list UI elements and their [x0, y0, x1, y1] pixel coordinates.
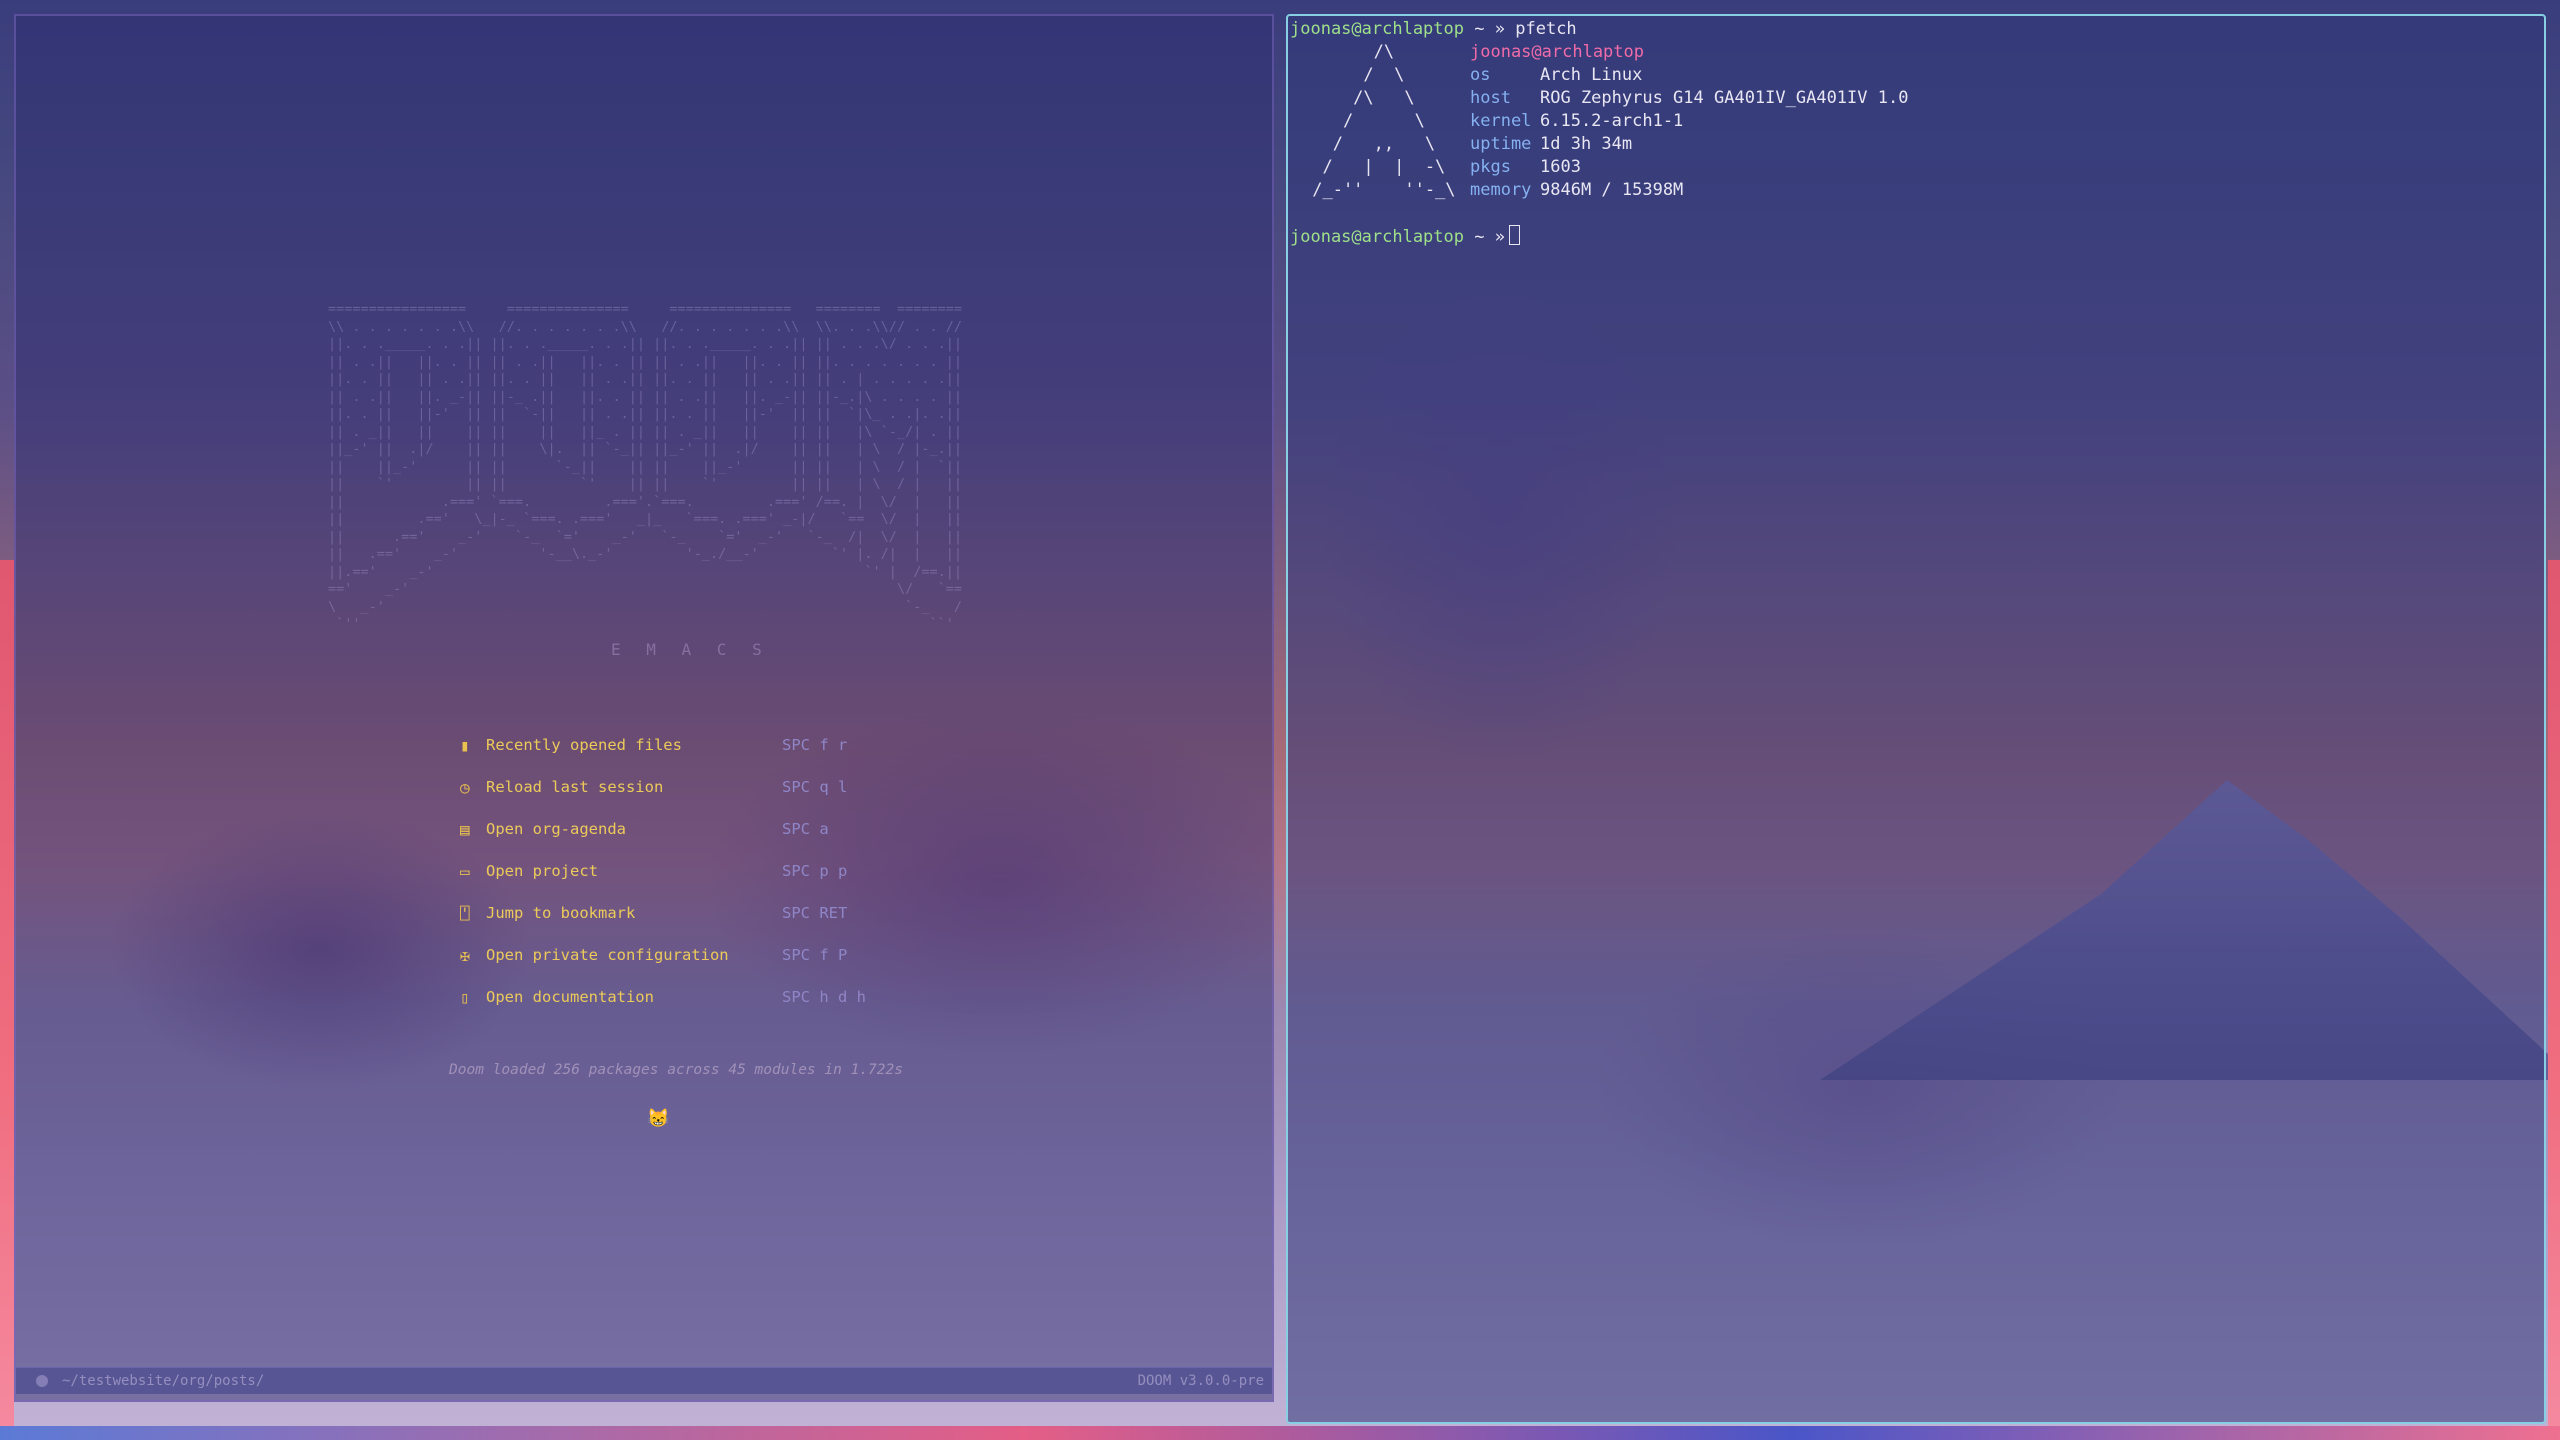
- pfetch-row-uptime: uptime 1d 3h 34m: [1470, 133, 1908, 156]
- menu-item-keybind: SPC q l: [782, 778, 848, 796]
- menu-item-org-agenda[interactable]: ▤ Open org-agenda SPC a: [460, 808, 930, 850]
- wallpaper-edge-right: [2548, 560, 2560, 1440]
- info-key: uptime: [1470, 134, 1532, 154]
- info-value: 9846M / 15398M: [1540, 180, 1684, 200]
- info-value: 6.15.2-arch1-1: [1540, 111, 1684, 131]
- menu-item-label: Open org-agenda: [486, 820, 626, 838]
- prompt-tilde: ~: [1474, 227, 1485, 247]
- prompt-user: joonas@archlaptop: [1290, 19, 1464, 39]
- calendar-icon: ▤: [460, 819, 470, 839]
- info-value: 1d 3h 34m: [1540, 134, 1633, 154]
- prompt-arrow: »: [1494, 19, 1505, 39]
- menu-item-label: Open project: [486, 862, 598, 880]
- menu-item-label: Recently opened files: [486, 736, 682, 754]
- menu-item-reload-session[interactable]: ◷ Reload last session SPC q l: [460, 766, 930, 808]
- terminal-window[interactable]: joonas@archlaptop ~ » pfetch /\ / \ /\ \…: [1286, 14, 2546, 1424]
- history-icon: ◷: [460, 777, 470, 797]
- info-key: host: [1470, 88, 1511, 108]
- prompt-line-command: joonas@archlaptop ~ » pfetch: [1290, 18, 1577, 41]
- info-key: os: [1470, 65, 1491, 85]
- pfetch-header: joonas@archlaptop: [1470, 42, 1644, 62]
- dashboard-menu: ▮ Recently opened files SPC f r ◷ Reload…: [460, 724, 930, 1018]
- menu-item-keybind: SPC p p: [782, 862, 848, 880]
- wallpaper-bottom-strip: [0, 1426, 2560, 1440]
- pfetch-row-kernel: kernel 6.15.2-arch1-1: [1470, 110, 1908, 133]
- info-value: ROG Zephyrus G14 GA401IV_GA401IV 1.0: [1540, 88, 1909, 108]
- menu-item-label: Reload last session: [486, 778, 664, 796]
- info-key: memory: [1470, 180, 1532, 200]
- book-icon: ▯: [460, 987, 470, 1007]
- menu-item-keybind: SPC f r: [782, 736, 848, 754]
- buffer-state-icon: [36, 1375, 48, 1387]
- bookmark-icon: ⍞: [460, 903, 470, 923]
- menu-item-label: Jump to bookmark: [486, 904, 636, 922]
- menu-item-label: Open private configuration: [486, 946, 729, 964]
- wallpaper-edge-left: [0, 560, 14, 1440]
- menu-item-keybind: SPC f P: [782, 946, 848, 964]
- menu-item-keybind: SPC a: [782, 820, 829, 838]
- pfetch-info: joonas@archlaptop os Arch Linux host ROG…: [1470, 41, 1908, 202]
- menu-item-private-config[interactable]: ✠ Open private configuration SPC f P: [460, 934, 930, 976]
- prompt-arrow: »: [1494, 227, 1505, 247]
- pfetch-row-memory: memory 9846M / 15398M: [1470, 179, 1908, 202]
- menu-item-keybind: SPC h d h: [782, 988, 866, 1006]
- modeline-path: ~/testwebsite/org/posts/: [62, 1373, 265, 1389]
- doom-load-benchmark: Doom loaded 256 packages across 45 modul…: [449, 1062, 903, 1078]
- menu-item-label: Open documentation: [486, 988, 654, 1006]
- pfetch-row-host: host ROG Zephyrus G14 GA401IV_GA401IV 1.…: [1470, 87, 1908, 110]
- typed-command: pfetch: [1515, 19, 1577, 39]
- pfetch-row-os: os Arch Linux: [1470, 64, 1908, 87]
- file-icon: ▮: [460, 735, 470, 755]
- menu-item-jump-bookmark[interactable]: ⍞ Jump to bookmark SPC RET: [460, 892, 930, 934]
- menu-item-documentation[interactable]: ▯ Open documentation SPC h d h: [460, 976, 930, 1018]
- info-value: 1603: [1540, 157, 1581, 177]
- cat-icon: 😸: [647, 1108, 670, 1129]
- arch-logo-ascii: /\ / \ /\ \ / \ / ,, \ / | | -\ /_-'' ''…: [1312, 42, 1456, 200]
- emacs-window[interactable]: ================= =============== ======…: [14, 14, 1274, 1402]
- info-key: pkgs: [1470, 157, 1511, 177]
- emacs-modeline: ~/testwebsite/org/posts/ DOOM v3.0.0-pre: [16, 1367, 1272, 1394]
- doom-banner-subtitle: E M A C S: [611, 640, 770, 659]
- terminal-cursor: [1509, 225, 1520, 245]
- tools-icon: ✠: [460, 945, 470, 965]
- menu-item-keybind: SPC RET: [782, 904, 848, 922]
- modeline-version: DOOM v3.0.0-pre: [1137, 1373, 1264, 1389]
- menu-item-open-project[interactable]: ▭ Open project SPC p p: [460, 850, 930, 892]
- prompt-line-active[interactable]: joonas@archlaptop ~ »: [1290, 225, 1520, 249]
- info-value: Arch Linux: [1540, 65, 1643, 85]
- doom-ascii-banner: ================= =============== ======…: [328, 301, 962, 632]
- pfetch-row-pkgs: pkgs 1603: [1470, 156, 1908, 179]
- prompt-user: joonas@archlaptop: [1290, 227, 1464, 247]
- menu-item-recent-files[interactable]: ▮ Recently opened files SPC f r: [460, 724, 930, 766]
- prompt-tilde: ~: [1474, 19, 1485, 39]
- info-key: kernel: [1470, 111, 1532, 131]
- briefcase-icon: ▭: [460, 861, 470, 881]
